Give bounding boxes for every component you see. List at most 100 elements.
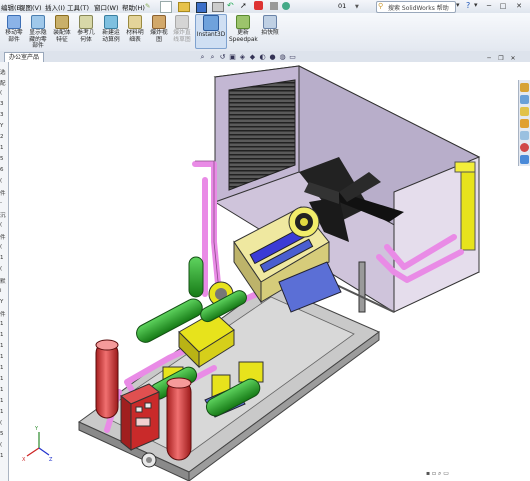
tree-item-fragment[interactable]: 沉 bbox=[0, 211, 6, 219]
camera-icon bbox=[263, 15, 277, 29]
new-motion-study-button[interactable]: 新建运 动算例 bbox=[99, 15, 123, 43]
tab-office-products[interactable]: 办公室产品 bbox=[4, 52, 45, 62]
search-results-icon[interactable] bbox=[520, 119, 529, 128]
tree-item-fragment[interactable]: i bbox=[0, 288, 2, 294]
move-component-button[interactable]: 移动零 部件 bbox=[2, 15, 26, 43]
viewport-close-icon[interactable]: ✕ bbox=[508, 54, 518, 64]
status-icon-4[interactable]: ▭ bbox=[443, 470, 449, 477]
save-icon[interactable] bbox=[196, 2, 207, 13]
undo-icon[interactable]: ↶ bbox=[227, 1, 234, 10]
status-icon-2[interactable]: ▫ bbox=[432, 470, 436, 477]
tree-item-fragment[interactable]: 1 bbox=[0, 354, 4, 360]
zoom-to-fit-icon[interactable]: ⌕ bbox=[198, 53, 207, 62]
tree-item-fragment[interactable]: 件 bbox=[0, 189, 6, 197]
help-dropdown-icon[interactable]: ▾ bbox=[474, 1, 478, 9]
take-snapshot-button[interactable]: 拍快照 bbox=[260, 15, 280, 37]
status-icon-1[interactable]: ▪ bbox=[426, 470, 430, 477]
tree-item-fragment[interactable]: ( bbox=[0, 178, 2, 184]
menu-tools[interactable]: 工具(T) bbox=[67, 2, 89, 12]
tree-item-fragment[interactable]: 1 bbox=[0, 343, 4, 349]
tree-item-fragment[interactable]: 3 bbox=[0, 101, 4, 107]
tree-item-fragment[interactable]: Y bbox=[0, 299, 3, 305]
tree-item-fragment[interactable]: ( bbox=[0, 420, 2, 426]
search-input[interactable]: ⚲ 搜索 SolidWorks 帮助 bbox=[376, 1, 456, 13]
pin-icon[interactable]: ✎ bbox=[145, 2, 150, 10]
view-settings-icon[interactable]: ▭ bbox=[288, 53, 297, 62]
instant3d-button[interactable]: Instant3D bbox=[195, 14, 227, 49]
help-icon[interactable]: ? bbox=[466, 1, 470, 10]
zoom-area-icon[interactable]: ⌕ bbox=[208, 53, 217, 62]
svg-text:X: X bbox=[22, 457, 26, 463]
tree-item-fragment[interactable]: 5 bbox=[0, 431, 4, 437]
status-icon-3[interactable]: ⌕ bbox=[438, 470, 441, 477]
menu-view[interactable]: 视图(V) bbox=[19, 2, 42, 12]
print-icon[interactable] bbox=[212, 2, 224, 12]
display-style-icon[interactable]: ◆ bbox=[248, 53, 257, 62]
tree-item-fragment[interactable]: 5 bbox=[0, 156, 4, 162]
tree-item-fragment[interactable]: ( bbox=[0, 442, 2, 448]
assembly-features-button[interactable]: 装配体 特征 bbox=[51, 15, 73, 43]
minimize-button[interactable]: ─ bbox=[484, 1, 494, 11]
tree-item-fragment[interactable]: Y bbox=[0, 123, 3, 129]
tree-item-fragment[interactable]: 件 bbox=[0, 233, 6, 241]
select-arrow-icon[interactable]: ➚ bbox=[240, 1, 247, 10]
tree-item-fragment[interactable]: 选 bbox=[0, 68, 6, 76]
hide-show-items-icon[interactable]: ◐ bbox=[258, 53, 267, 62]
reference-geometry-button[interactable]: 参考几 何体 bbox=[74, 15, 98, 43]
tree-item-fragment[interactable]: ( bbox=[0, 222, 2, 228]
tree-item-fragment[interactable]: ( bbox=[0, 244, 2, 250]
file-explorer-icon[interactable] bbox=[520, 107, 529, 116]
explode-line-sketch-button[interactable]: 爆炸直 线草图 bbox=[171, 15, 193, 43]
viewport-minimize-icon[interactable]: ─ bbox=[484, 54, 494, 64]
previous-view-icon[interactable]: ↺ bbox=[218, 53, 227, 62]
tree-item-fragment[interactable]: 1 bbox=[0, 145, 4, 151]
apply-scene-icon[interactable]: ◍ bbox=[278, 53, 287, 62]
tree-item-fragment[interactable]: - bbox=[0, 200, 2, 206]
search-dropdown-icon[interactable]: ▾ bbox=[456, 1, 460, 9]
viewport-restore-icon[interactable]: ❐ bbox=[496, 54, 506, 64]
view-palette-icon[interactable] bbox=[520, 131, 529, 140]
assembly-model[interactable]: Y X Z bbox=[9, 62, 530, 481]
tree-item-fragment[interactable]: 件 bbox=[0, 310, 6, 318]
edit-appearance-icon[interactable]: ● bbox=[268, 53, 277, 62]
feature-manager-panel[interactable]: 选配(3 3 Y 2 1 5 6(件 - 沉(件(1(默 i Y 件 1 1 1 1 1 1 1 1 1(5(1 bbox=[0, 62, 9, 481]
open-folder-icon[interactable] bbox=[178, 2, 190, 12]
options-icon[interactable] bbox=[282, 2, 290, 10]
tree-item-fragment[interactable]: 1 bbox=[0, 321, 4, 327]
exploded-view-button[interactable]: 爆炸视 图 bbox=[148, 15, 170, 43]
resources-icon[interactable] bbox=[520, 83, 529, 92]
rebuild-icon[interactable] bbox=[254, 1, 263, 10]
bill-of-materials-button[interactable]: 材料明 细表 bbox=[124, 15, 146, 43]
tree-item-fragment[interactable]: 1 bbox=[0, 255, 4, 261]
file-properties-icon[interactable] bbox=[270, 2, 278, 10]
show-hidden-components-button[interactable]: 显示隐 藏的零 部件 bbox=[27, 15, 49, 50]
tree-item-fragment[interactable]: 配 bbox=[0, 79, 6, 87]
tree-item-fragment[interactable]: 默 bbox=[0, 277, 6, 285]
close-button[interactable]: ✕ bbox=[514, 1, 524, 11]
maximize-button[interactable]: □ bbox=[498, 1, 508, 11]
tree-item-fragment[interactable]: 6 bbox=[0, 167, 4, 173]
tree-item-fragment[interactable]: 1 bbox=[0, 376, 4, 382]
appearances-icon[interactable] bbox=[520, 143, 529, 152]
tree-item-fragment[interactable]: ( bbox=[0, 90, 2, 96]
tree-item-fragment[interactable]: ( bbox=[0, 266, 2, 272]
tree-item-fragment[interactable]: 3 bbox=[0, 112, 4, 118]
tree-item-fragment[interactable]: 1 bbox=[0, 332, 4, 338]
design-library-icon[interactable] bbox=[520, 95, 529, 104]
view-orientation-icon[interactable]: ◈ bbox=[238, 53, 247, 62]
new-document-icon[interactable] bbox=[160, 1, 172, 13]
tree-item-fragment[interactable]: 2 bbox=[0, 134, 4, 140]
menu-help[interactable]: 帮助(H) bbox=[122, 2, 145, 12]
graphics-viewport[interactable]: Y X Z bbox=[9, 62, 530, 481]
update-speedpak-button[interactable]: 更新 Speedpak bbox=[229, 15, 258, 43]
chevron-down-icon[interactable]: ▼ bbox=[355, 2, 359, 10]
tree-item-fragment[interactable]: 1 bbox=[0, 453, 4, 459]
tree-item-fragment[interactable]: 1 bbox=[0, 387, 4, 393]
tree-item-fragment[interactable]: 1 bbox=[0, 365, 4, 371]
custom-properties-icon[interactable] bbox=[520, 155, 529, 164]
menu-window[interactable]: 窗口(W) bbox=[94, 2, 119, 12]
section-view-icon[interactable]: ▣ bbox=[228, 53, 237, 62]
tree-item-fragment[interactable]: 1 bbox=[0, 409, 4, 415]
menu-insert[interactable]: 插入(I) bbox=[45, 2, 65, 12]
tree-item-fragment[interactable]: 1 bbox=[0, 398, 4, 404]
